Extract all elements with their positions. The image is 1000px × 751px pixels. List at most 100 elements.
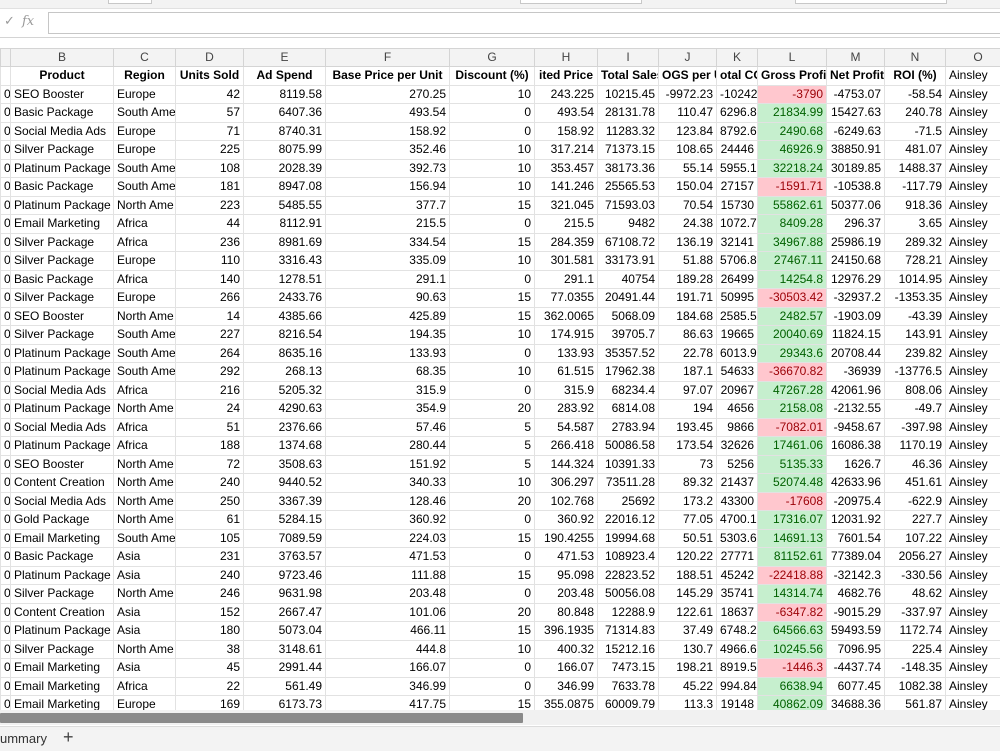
cell[interactable]: 5068.09: [598, 307, 659, 326]
cell[interactable]: Ainsley: [946, 233, 1000, 252]
gross-profit-cell[interactable]: 14254.8: [758, 270, 827, 289]
cell[interactable]: Ainsley: [946, 252, 1000, 271]
cell[interactable]: 2783.94: [598, 418, 659, 437]
cell[interactable]: 00: [1, 696, 11, 711]
cell[interactable]: 40754: [598, 270, 659, 289]
cell[interactable]: 51.88: [659, 252, 717, 271]
gross-profit-cell[interactable]: -6347.82: [758, 603, 827, 622]
cell[interactable]: Ainsley: [946, 659, 1000, 678]
cell[interactable]: 188: [176, 437, 244, 456]
cell[interactable]: 0: [450, 548, 535, 567]
column-header-l[interactable]: L: [758, 49, 827, 67]
cell[interactable]: 11824.15: [827, 326, 885, 345]
cell[interactable]: 0: [450, 677, 535, 696]
cell[interactable]: 10215.45: [598, 85, 659, 104]
gross-profit-cell[interactable]: 55862.61: [758, 196, 827, 215]
cell[interactable]: Ainsley: [946, 307, 1000, 326]
cell[interactable]: Basic Package: [11, 548, 114, 567]
cell[interactable]: 10: [450, 363, 535, 382]
cell[interactable]: 71314.83: [598, 622, 659, 641]
column-title-cell[interactable]: Units Sold: [176, 67, 244, 86]
cell[interactable]: 15: [450, 289, 535, 308]
gross-profit-cell[interactable]: 5135.33: [758, 455, 827, 474]
cell[interactable]: 360.92: [326, 511, 450, 530]
cell[interactable]: 8947.08: [244, 178, 326, 197]
cell[interactable]: 0: [450, 659, 535, 678]
cell[interactable]: 1172.74: [885, 622, 946, 641]
cell[interactable]: 7473.15: [598, 659, 659, 678]
cell[interactable]: 4656: [717, 400, 758, 419]
cell[interactable]: 493.54: [326, 104, 450, 123]
cell[interactable]: 133.93: [326, 344, 450, 363]
cell[interactable]: Asia: [114, 603, 176, 622]
cell[interactable]: 00: [1, 585, 11, 604]
gross-profit-cell[interactable]: 2490.68: [758, 122, 827, 141]
add-sheet-button[interactable]: +: [63, 727, 74, 748]
cell[interactable]: Social Media Ads: [11, 122, 114, 141]
column-header-partial[interactable]: [1, 49, 11, 67]
cell[interactable]: 71593.03: [598, 196, 659, 215]
cell[interactable]: -148.35: [885, 659, 946, 678]
cell[interactable]: Silver Package: [11, 326, 114, 345]
column-title-cell[interactable]: ited Price: [535, 67, 598, 86]
cell[interactable]: 00: [1, 566, 11, 585]
cell[interactable]: 15: [450, 696, 535, 711]
cell[interactable]: Ainsley: [946, 455, 1000, 474]
cell[interactable]: 59493.59: [827, 622, 885, 641]
cell[interactable]: 3.65: [885, 215, 946, 234]
cell[interactable]: -117.79: [885, 178, 946, 197]
cell[interactable]: Asia: [114, 622, 176, 641]
cell[interactable]: 169: [176, 696, 244, 711]
gross-profit-cell[interactable]: 6638.94: [758, 677, 827, 696]
cell[interactable]: 00: [1, 381, 11, 400]
cell[interactable]: 10: [450, 141, 535, 160]
cell[interactable]: 27771: [717, 548, 758, 567]
cell[interactable]: 97.07: [659, 381, 717, 400]
cell[interactable]: -10242: [717, 85, 758, 104]
cell[interactable]: 166.07: [535, 659, 598, 678]
cell[interactable]: 95.098: [535, 566, 598, 585]
cell[interactable]: 0: [450, 122, 535, 141]
cell[interactable]: 107.22: [885, 529, 946, 548]
cell[interactable]: 4700.1: [717, 511, 758, 530]
gross-profit-cell[interactable]: -3790: [758, 85, 827, 104]
cell[interactable]: 10: [450, 640, 535, 659]
cell[interactable]: Africa: [114, 437, 176, 456]
cell[interactable]: 3148.61: [244, 640, 326, 659]
gross-profit-cell[interactable]: 10245.56: [758, 640, 827, 659]
cell[interactable]: 180: [176, 622, 244, 641]
cell[interactable]: Ainsley: [946, 85, 1000, 104]
cell[interactable]: 130.7: [659, 640, 717, 659]
cell[interactable]: 50377.06: [827, 196, 885, 215]
cell[interactable]: 28131.78: [598, 104, 659, 123]
cell[interactable]: -1353.35: [885, 289, 946, 308]
cell[interactable]: North Ame: [114, 585, 176, 604]
cell[interactable]: 26499: [717, 270, 758, 289]
cell[interactable]: 2433.76: [244, 289, 326, 308]
cell[interactable]: 57: [176, 104, 244, 123]
cell[interactable]: 15: [450, 233, 535, 252]
cell[interactable]: 2991.44: [244, 659, 326, 678]
cell[interactable]: 174.915: [535, 326, 598, 345]
cell[interactable]: 128.46: [326, 492, 450, 511]
cell[interactable]: 5: [450, 455, 535, 474]
cell[interactable]: -10538.8: [827, 178, 885, 197]
cell[interactable]: 193.45: [659, 418, 717, 437]
cell[interactable]: 173.54: [659, 437, 717, 456]
spreadsheet-grid[interactable]: BCDEFGHIJKLMNO ProductRegionUnits SoldAd…: [0, 48, 1000, 710]
gross-profit-cell[interactable]: 17316.07: [758, 511, 827, 530]
cell[interactable]: 44: [176, 215, 244, 234]
cell[interactable]: 8792.6: [717, 122, 758, 141]
cell[interactable]: 00: [1, 270, 11, 289]
cell[interactable]: 00: [1, 159, 11, 178]
cell[interactable]: 4966.6: [717, 640, 758, 659]
cell[interactable]: 561.87: [885, 696, 946, 711]
column-title-cell[interactable]: Product: [11, 67, 114, 86]
cell[interactable]: 25692: [598, 492, 659, 511]
cell[interactable]: 10391.33: [598, 455, 659, 474]
ribbon-control-edge[interactable]: [520, 0, 642, 4]
cell[interactable]: 46.36: [885, 455, 946, 474]
cell[interactable]: 77.0355: [535, 289, 598, 308]
cell[interactable]: Email Marketing: [11, 215, 114, 234]
cell[interactable]: 9631.98: [244, 585, 326, 604]
